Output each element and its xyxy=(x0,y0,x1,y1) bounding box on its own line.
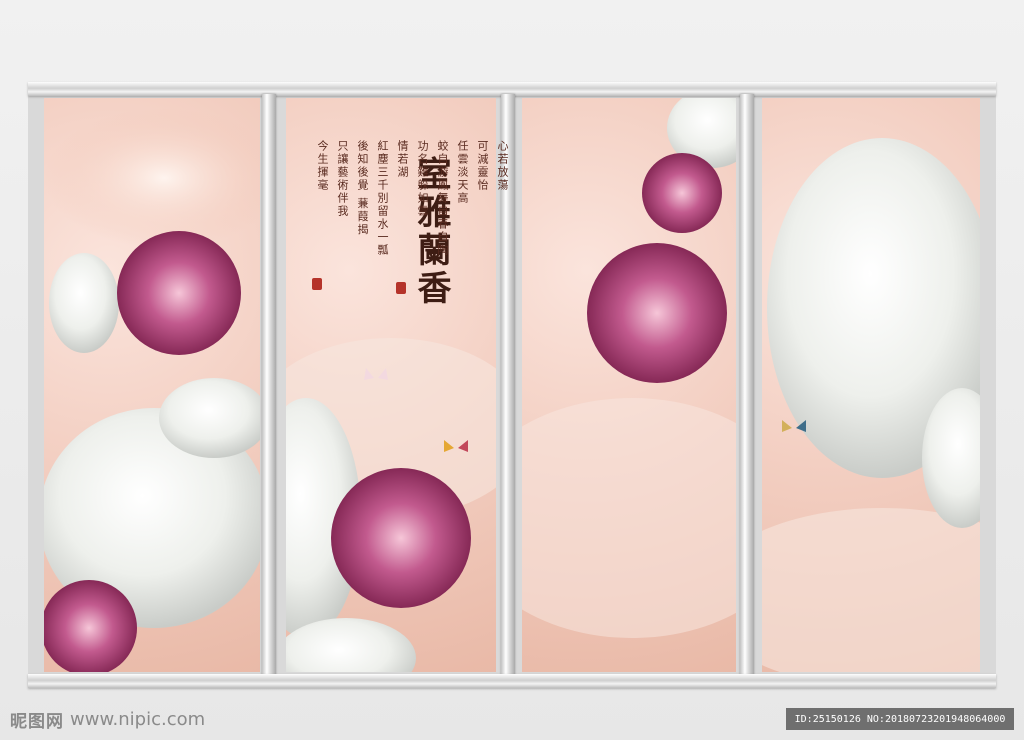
poem-column: 情若湖 xyxy=(396,140,409,179)
panel-3-artwork xyxy=(522,98,736,638)
panel-1 xyxy=(44,98,260,672)
watermark-logo: 昵图网 xyxy=(10,712,64,732)
poem-column: 蛟自游鳳舞自春自陶 xyxy=(436,140,449,257)
seal-stamp xyxy=(312,278,322,290)
panel-4-artwork xyxy=(762,138,980,672)
image-id-label: ID:25150126 NO:20180723201948064000 xyxy=(786,708,1014,730)
poem-column: 後知後覺 蒹葭揭 xyxy=(356,140,369,237)
frame-bottom-rail xyxy=(28,674,996,688)
panel-4 xyxy=(762,98,980,672)
frame-post-1 xyxy=(262,94,276,676)
poem-text: 心若放蕩 可減靈怡 任雲淡天高 蛟自游鳳舞自春自陶 功名難躲如雲 情若湖 紅塵三… xyxy=(315,140,509,330)
poem-column: 今生揮毫 xyxy=(316,140,329,192)
panel-3 xyxy=(522,98,736,672)
poem-column: 可減靈怡 xyxy=(476,140,489,192)
poem-column: 功名難躲如雲 xyxy=(416,140,429,218)
poem-column: 任雲淡天高 xyxy=(456,140,469,205)
poem-column: 只讓藝術伴我 xyxy=(336,140,349,218)
seal-stamp xyxy=(396,282,406,294)
poem-column: 紅塵三千別留水一瓢 xyxy=(376,140,389,257)
poem-column: 心若放蕩 xyxy=(496,140,509,192)
triptych-frame xyxy=(28,82,996,688)
site-watermark: 昵图网 www.nipic.com xyxy=(10,707,205,732)
panel-1-artwork xyxy=(44,108,260,672)
watermark-url: www.nipic.com xyxy=(70,709,206,730)
frame-post-3 xyxy=(740,94,754,676)
